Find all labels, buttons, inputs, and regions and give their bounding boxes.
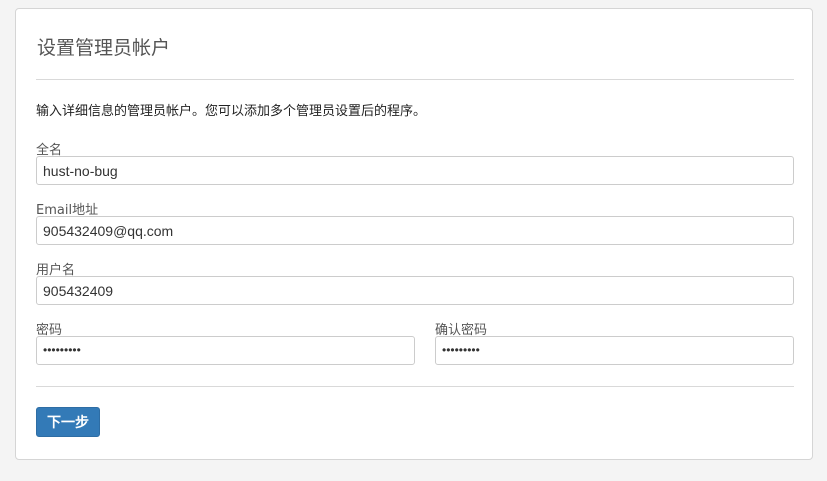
fullname-input[interactable] [36,156,794,185]
form-divider [36,386,794,387]
username-input[interactable] [36,276,794,305]
intro-text: 输入详细信息的管理员帐户。您可以添加多个管理员设置后的程序。 [36,104,427,119]
password-input[interactable]: ••••••••• [36,336,415,365]
page-title: 设置管理员帐户 [37,37,171,59]
setup-admin-panel: 设置管理员帐户 输入详细信息的管理员帐户。您可以添加多个管理员设置后的程序。 全… [15,8,813,460]
next-button[interactable]: 下一步 [36,407,100,437]
email-input[interactable] [36,216,794,245]
title-divider [36,79,794,80]
confirm-password-input[interactable]: ••••••••• [435,336,794,365]
